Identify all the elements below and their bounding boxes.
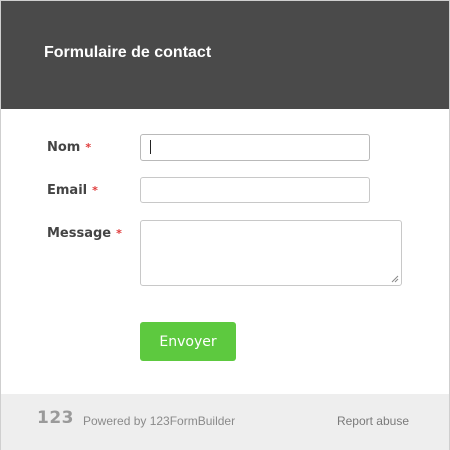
report-abuse-link[interactable]: Report abuse [337, 414, 409, 428]
name-label: Nom * [47, 140, 91, 155]
form-footer: 123 Powered by 123FormBuilder Report abu… [1, 394, 449, 450]
form-window: Formulaire de contact Nom * Email * Messag… [0, 0, 450, 450]
powered-by-text: Powered by 123FormBuilder [83, 414, 236, 428]
123-logo-icon: 123 [37, 409, 74, 425]
name-label-text: Nom [47, 140, 81, 155]
resize-grip-icon[interactable] [391, 275, 399, 283]
message-label: Message * [47, 226, 122, 241]
email-label-text: Email [47, 183, 88, 198]
text-caret [150, 140, 151, 154]
email-input[interactable] [140, 177, 370, 203]
message-textarea[interactable] [140, 220, 402, 286]
name-input[interactable] [140, 134, 370, 161]
required-indicator: * [116, 227, 122, 240]
form-title: Formulaire de contact [44, 44, 212, 61]
required-indicator: * [85, 141, 92, 154]
submit-button[interactable]: Envoyer [140, 322, 236, 361]
form-header: Formulaire de contact [1, 1, 449, 109]
logo-text: 123 [37, 409, 74, 425]
email-label: Email * [47, 183, 98, 198]
message-label-text: Message [47, 226, 112, 241]
required-indicator: * [92, 184, 98, 197]
